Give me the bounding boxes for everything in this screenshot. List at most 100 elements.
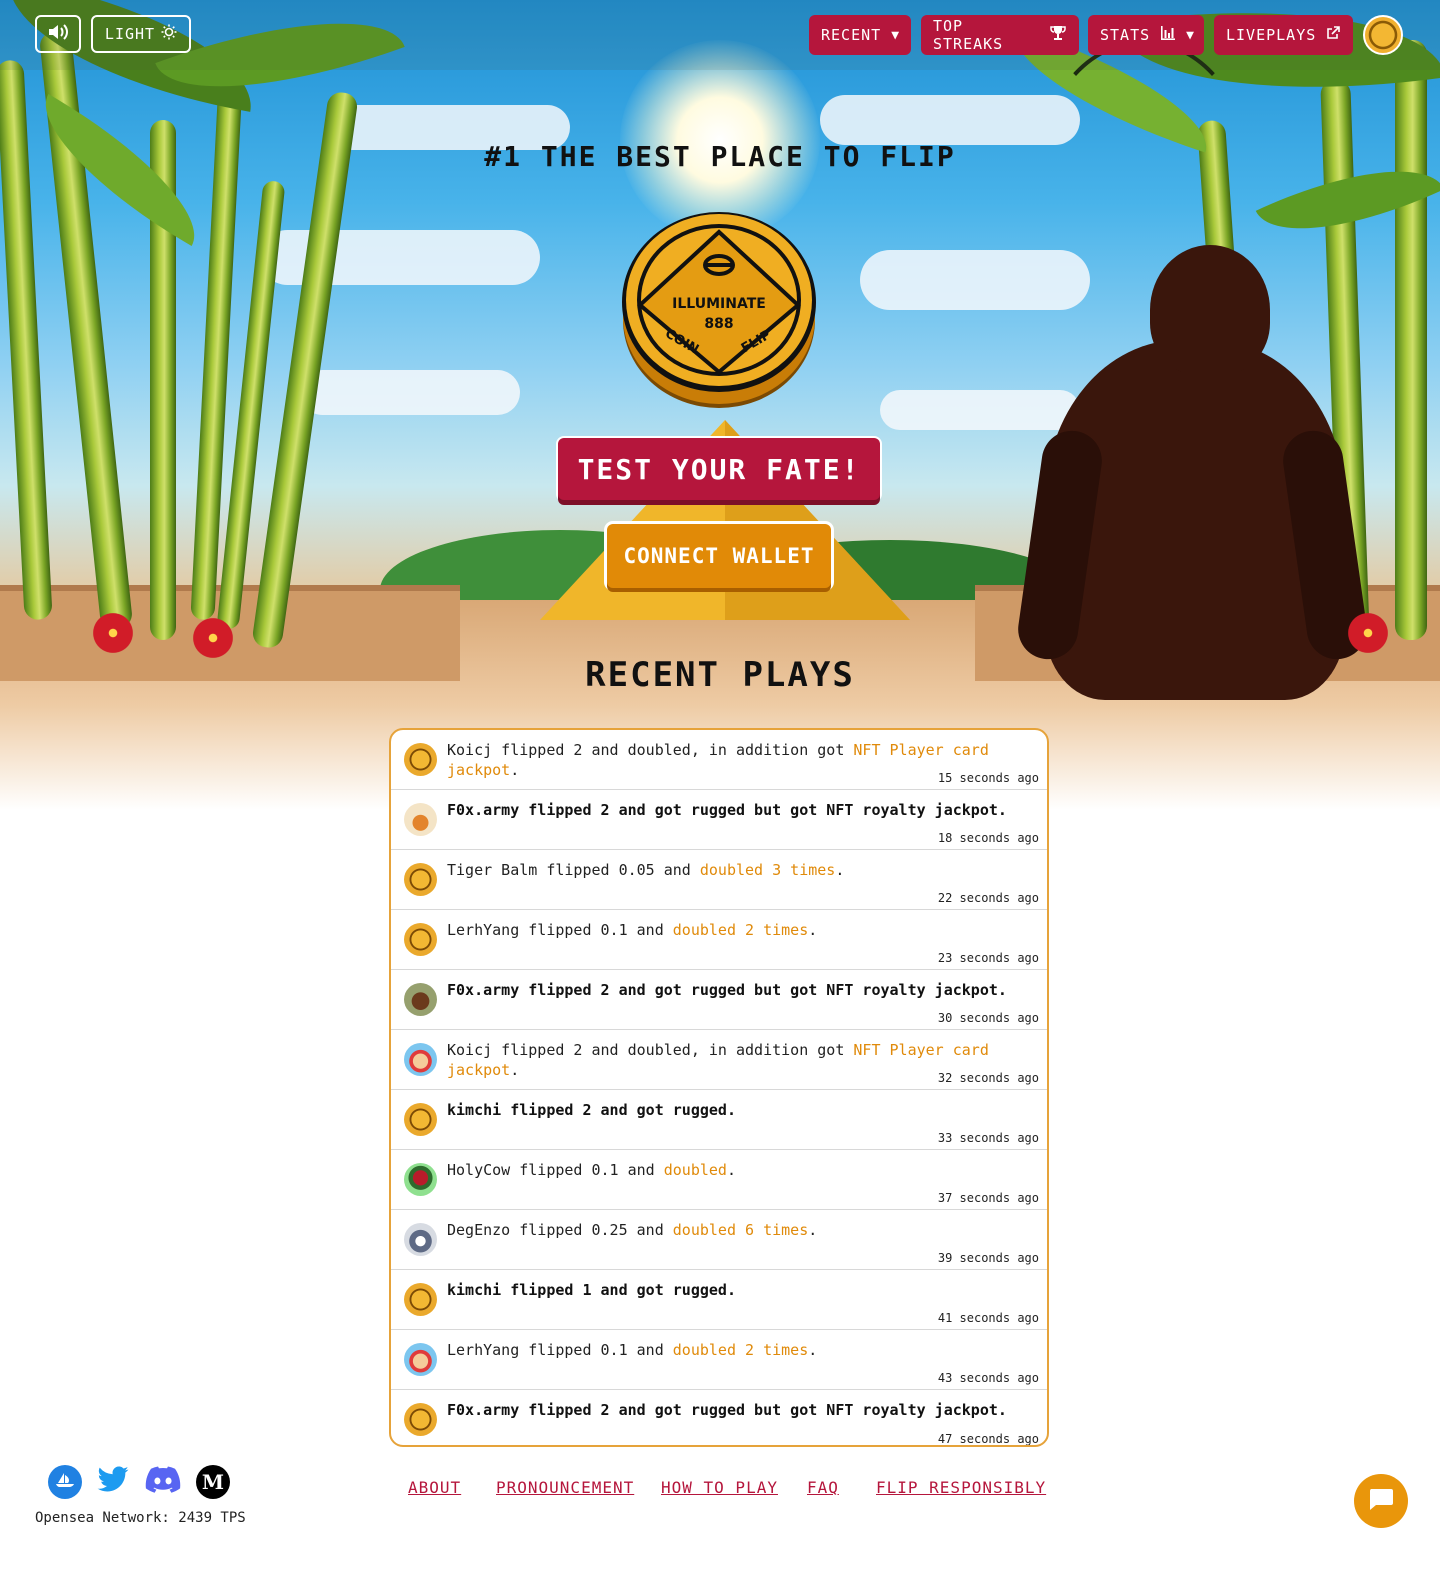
- play-text-end: .: [808, 1221, 818, 1239]
- play-highlight: doubled 3 times: [699, 861, 836, 879]
- avatar: [404, 1403, 437, 1436]
- chat-widget-button[interactable]: [1354, 1474, 1408, 1528]
- chat-icon: [1368, 1487, 1394, 1515]
- list-item: LerhYang flipped 0.1 and doubled 2 times…: [391, 910, 1047, 970]
- list-item: F0x.army flipped 2 and got rugged but go…: [391, 970, 1047, 1030]
- play-text: kimchi flipped 1 and got rugged.: [447, 1281, 736, 1299]
- recent-dropdown-button[interactable]: RECENT ▼: [809, 15, 911, 55]
- cloud: [880, 390, 1080, 430]
- sun-icon: [161, 24, 177, 44]
- avatar: [404, 1283, 437, 1316]
- network-status: Opensea Network: 2439 TPS: [35, 1510, 246, 1526]
- top-streaks-label: TOP STREAKS: [933, 17, 1004, 53]
- caret-down-icon: ▼: [891, 27, 901, 43]
- play-text: F0x.army flipped 2 and got rugged but go…: [447, 981, 1007, 999]
- speaker-icon: [47, 23, 69, 45]
- play-text-main: Koicj flipped 2 and doubled, in addition…: [447, 741, 854, 759]
- list-item: kimchi flipped 2 and got rugged. 33 seco…: [391, 1090, 1047, 1150]
- avatar: [404, 803, 437, 836]
- gorilla-head: [1150, 245, 1270, 375]
- flower: [1345, 610, 1391, 656]
- connect-wallet-button[interactable]: CONNECT WALLET: [607, 524, 831, 588]
- play-timestamp: 32 seconds ago: [937, 1071, 1039, 1085]
- play-text-end: .: [510, 1061, 520, 1079]
- avatar: [404, 1163, 437, 1196]
- theme-toggle-button[interactable]: LIGHT: [91, 15, 191, 53]
- play-timestamp: 41 seconds ago: [937, 1311, 1039, 1325]
- medium-link[interactable]: M: [196, 1465, 230, 1499]
- play-text: HolyCow flipped 0.1 and doubled.: [447, 1160, 1007, 1180]
- page-headline: #1 THE BEST PLACE TO FLIP: [484, 140, 956, 173]
- play-text: F0x.army flipped 2 and got rugged but go…: [447, 1401, 1007, 1419]
- twitter-icon: [96, 1466, 130, 1498]
- play-timestamp: 33 seconds ago: [937, 1131, 1039, 1145]
- play-timestamp: 37 seconds ago: [937, 1191, 1039, 1205]
- top-streaks-button[interactable]: TOP STREAKS: [921, 15, 1079, 55]
- coin-text-top: ILLUMINATE: [672, 296, 766, 312]
- avatar: [404, 1043, 437, 1076]
- cloud: [820, 95, 1080, 145]
- footer-link-about[interactable]: ABOUT: [408, 1478, 461, 1497]
- play-text: Koicj flipped 2 and doubled, in addition…: [447, 740, 1007, 780]
- caret-down-icon: ▼: [1186, 27, 1195, 43]
- discord-link[interactable]: [145, 1465, 181, 1499]
- list-item: Tiger Balm flipped 0.05 and doubled 3 ti…: [391, 850, 1047, 910]
- footer-link-faq[interactable]: FAQ: [807, 1478, 839, 1497]
- list-item: HolyCow flipped 0.1 and doubled. 37 seco…: [391, 1150, 1047, 1210]
- avatar: [404, 1343, 437, 1376]
- play-timestamp: 18 seconds ago: [937, 831, 1039, 845]
- list-item: F0x.army flipped 2 and got rugged but go…: [391, 1390, 1047, 1446]
- play-timestamp: 43 seconds ago: [937, 1371, 1039, 1385]
- twitter-link[interactable]: [96, 1465, 130, 1499]
- play-text-end: .: [808, 921, 818, 939]
- coin-logo: ILLUMINATE 888 COIN FLIP: [620, 210, 818, 410]
- external-link-icon: [1326, 26, 1341, 44]
- play-timestamp: 47 seconds ago: [937, 1432, 1039, 1446]
- list-item: DegEnzo flipped 0.25 and doubled 6 times…: [391, 1210, 1047, 1270]
- opensea-icon: [55, 1472, 75, 1492]
- play-text: LerhYang flipped 0.1 and doubled 2 times…: [447, 1340, 1007, 1360]
- recent-plays-title: RECENT PLAYS: [585, 655, 855, 695]
- play-timestamp: 30 seconds ago: [937, 1011, 1039, 1025]
- recent-label: RECENT: [821, 26, 882, 44]
- coin-text-mid: 888: [704, 316, 733, 332]
- play-text: LerhYang flipped 0.1 and doubled 2 times…: [447, 920, 1007, 940]
- profile-avatar[interactable]: [1363, 15, 1403, 55]
- play-timestamp: 22 seconds ago: [937, 891, 1039, 905]
- liveplays-label: LIVEPLAYS: [1226, 26, 1317, 44]
- play-text-main: DegEnzo flipped 0.25 and: [447, 1221, 673, 1239]
- trophy-icon: [1049, 24, 1067, 46]
- sound-toggle-button[interactable]: [35, 15, 81, 53]
- list-item: Koicj flipped 2 and doubled, in addition…: [391, 1030, 1047, 1090]
- play-text-main: LerhYang flipped 0.1 and: [447, 921, 673, 939]
- list-item: LerhYang flipped 0.1 and doubled 2 times…: [391, 1330, 1047, 1390]
- play-timestamp: 23 seconds ago: [937, 951, 1039, 965]
- avatar: [404, 983, 437, 1016]
- cloud: [860, 250, 1090, 310]
- play-text: kimchi flipped 2 and got rugged.: [447, 1101, 736, 1119]
- list-item: F0x.army flipped 2 and got rugged but go…: [391, 790, 1047, 850]
- play-text: F0x.army flipped 2 and got rugged but go…: [447, 801, 1007, 819]
- play-text-end: .: [835, 861, 845, 879]
- play-highlight: doubled 2 times: [672, 921, 809, 939]
- play-text-main: HolyCow flipped 0.1 and: [447, 1161, 664, 1179]
- play-highlight: doubled 6 times: [672, 1221, 809, 1239]
- footer-link-flip-responsibly[interactable]: FLIP RESPONSIBLY: [876, 1478, 1046, 1497]
- avatar: [404, 743, 437, 776]
- play-text-main: Tiger Balm flipped 0.05 and: [447, 861, 700, 879]
- play-text: DegEnzo flipped 0.25 and doubled 6 times…: [447, 1220, 1007, 1240]
- footer-link-pronouncement[interactable]: PRONOUNCEMENT: [496, 1478, 634, 1497]
- play-text-end: .: [726, 1161, 736, 1179]
- liveplays-link[interactable]: LIVEPLAYS: [1214, 15, 1353, 55]
- bamboo: [1395, 40, 1427, 640]
- opensea-link[interactable]: [48, 1465, 82, 1499]
- footer-link-how-to-play[interactable]: HOW TO PLAY: [661, 1478, 778, 1497]
- play-timestamp: 15 seconds ago: [937, 771, 1039, 785]
- play-timestamp: 39 seconds ago: [937, 1251, 1039, 1265]
- stats-dropdown-button[interactable]: STATS ▼: [1088, 15, 1204, 55]
- play-highlight: doubled: [663, 1161, 727, 1179]
- play-text-end: .: [808, 1341, 818, 1359]
- play-text-end: .: [510, 761, 520, 779]
- flower: [90, 610, 136, 656]
- test-your-fate-button[interactable]: TEST YOUR FATE!: [558, 438, 880, 500]
